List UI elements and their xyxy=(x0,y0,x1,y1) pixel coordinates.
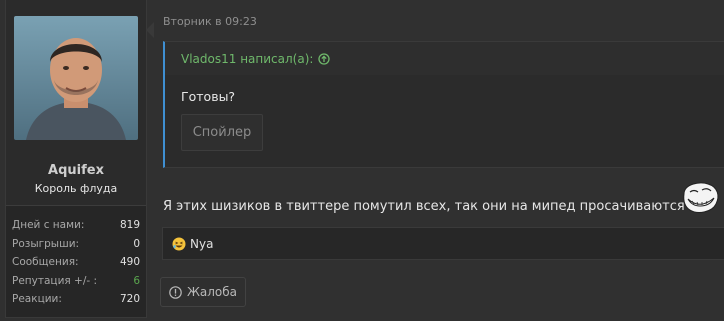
stat-label: Дней с нами: xyxy=(12,219,85,232)
author-name[interactable]: Aquifex xyxy=(6,163,146,178)
report-button[interactable]: Жалоба xyxy=(160,277,246,307)
stat-label: Репутация +/- : xyxy=(12,274,98,287)
laughing-emoji-icon xyxy=(172,237,186,250)
user-panel: Aquifex Король флуда Дней с нами: 819 Ро… xyxy=(5,0,147,318)
stat-value: 6 xyxy=(133,274,140,287)
author-stats: Дней с нами: 819 Розыгрыши: 0 Сообщения:… xyxy=(6,205,146,317)
arrow-up-circle-icon[interactable] xyxy=(318,52,331,65)
stat-value: 819 xyxy=(119,219,140,232)
stat-value: 0 xyxy=(133,237,140,250)
avatar[interactable] xyxy=(14,16,138,140)
stat-row-reactions: Реакции: 720 xyxy=(6,290,146,309)
stat-value: 490 xyxy=(119,256,140,269)
stat-value: 720 xyxy=(119,293,140,306)
stat-row-messages: Сообщения: 490 xyxy=(6,253,146,272)
quote-block: Vlados11 написал(а): Готовы? Спойлер xyxy=(163,41,724,168)
stat-label: Реакции: xyxy=(12,293,62,306)
troll-face-icon xyxy=(683,182,719,213)
author-title: Король флуда xyxy=(34,182,118,195)
post-timestamp[interactable]: Вторник в 09:23 xyxy=(163,15,257,28)
post-message: Я этих шизиков в твиттере помутил всех, … xyxy=(163,199,685,214)
quote-text: Готовы? xyxy=(181,89,236,104)
user-avatar-photo xyxy=(14,16,138,140)
stat-row-reputation: Репутация +/- : 6 xyxy=(6,272,146,291)
reaction-bar[interactable]: Nya xyxy=(162,227,724,260)
stat-label: Розыгрыши: xyxy=(12,237,80,250)
quote-author-link[interactable]: Vlados11 написал(а): xyxy=(181,52,313,66)
warning-circle-icon xyxy=(169,285,182,299)
panel-arrow xyxy=(146,22,154,38)
report-label: Жалоба xyxy=(186,285,238,299)
quote-header: Vlados11 написал(а): xyxy=(165,42,724,75)
spoiler-button[interactable]: Спойлер xyxy=(181,114,263,151)
stat-label: Сообщения: xyxy=(12,256,79,269)
reaction-label[interactable]: Nya xyxy=(190,237,213,251)
stat-row-days: Дней с нами: 819 xyxy=(6,216,146,235)
stat-row-giveaways: Розыгрыши: 0 xyxy=(6,235,146,254)
